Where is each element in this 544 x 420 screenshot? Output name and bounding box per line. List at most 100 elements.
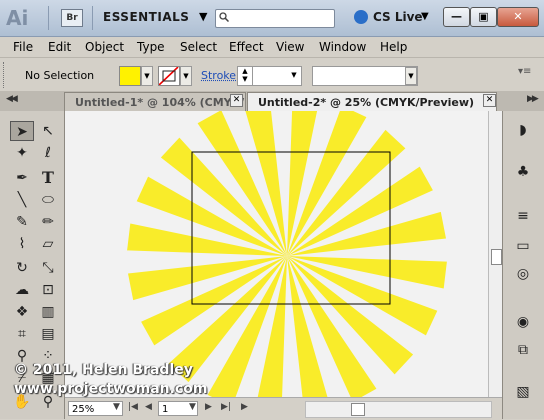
fill-dropdown[interactable]: ▼ (141, 66, 153, 86)
menu-select[interactable]: Select (180, 40, 217, 54)
maximize-icon: ▣ (478, 10, 489, 23)
tab-label: Untitled-1* @ 104% (CMYK/Preview) (75, 96, 245, 109)
vertical-scrollbar[interactable] (488, 111, 503, 397)
transparency-icon[interactable]: ◎ (513, 265, 533, 283)
status-bar: 25% ▼ |◀ ◀ 1 ▼ ▶ ▶| ▶ (65, 397, 502, 420)
chevron-down-icon[interactable]: ▼ (405, 67, 417, 85)
expand-panel-icon[interactable]: ▶▶ (527, 94, 539, 104)
stroke-dropdown[interactable]: ▼ (180, 66, 192, 86)
blob-brush-tool-icon[interactable]: ⌇ (10, 234, 34, 254)
lasso-tool-icon[interactable]: ℓ (36, 143, 60, 163)
app-logo: Ai (6, 6, 29, 30)
chevron-down-icon[interactable]: ▼ (421, 11, 429, 22)
artboards-icon[interactable]: ▧ (513, 383, 533, 401)
search-input[interactable] (215, 9, 335, 28)
chevron-down-icon: ▼ (183, 72, 189, 80)
menu-file[interactable]: File (13, 40, 33, 54)
appearance-icon[interactable]: ◉ (513, 313, 533, 331)
brushes-icon[interactable]: ♣ (513, 163, 533, 181)
collapse-panel-icon[interactable]: ◀◀ (6, 94, 18, 104)
fill-swatch[interactable] (119, 66, 141, 86)
cs-live-button[interactable]: CS Live (373, 10, 423, 24)
magic-wand-tool-icon[interactable]: ✦ (10, 143, 34, 163)
warp-tool-icon[interactable]: ☁ (10, 280, 34, 300)
chevron-down-icon: ▼ (144, 72, 150, 80)
pen-tool-icon[interactable]: ✒ (10, 168, 34, 188)
close-icon[interactable]: ✕ (230, 94, 243, 107)
maximize-button[interactable]: ▣ (470, 7, 497, 27)
website-watermark: www.projectwoman.com (14, 381, 208, 397)
close-button[interactable]: ✕ (497, 7, 539, 27)
panel-dock: ◗ ♣ ≡ ▭ ◎ ◉ ⧉ ▧ (502, 111, 544, 419)
panel-grip[interactable] (3, 62, 8, 88)
sunburst-ray (287, 256, 447, 289)
tab-untitled-1[interactable]: Untitled-1* @ 104% (CMYK/Preview) (64, 92, 246, 111)
minimize-icon: — (451, 10, 462, 23)
symbol-sprayer-tool-icon[interactable]: ❖ (10, 302, 34, 322)
panel-menu-icon[interactable]: ▾≡ (518, 66, 531, 77)
next-artboard-icon[interactable]: ▶ (205, 402, 212, 412)
ellipse-tool-icon[interactable]: ⬭ (36, 190, 60, 210)
menu-help[interactable]: Help (380, 40, 407, 54)
last-artboard-icon[interactable]: ▶| (221, 402, 231, 412)
stroke-icon[interactable]: ≡ (513, 207, 533, 225)
graph-tool-icon[interactable]: ▥ (36, 302, 60, 322)
scroll-thumb[interactable] (491, 249, 502, 265)
chevron-down-icon[interactable]: ▼ (113, 402, 120, 412)
scroll-thumb[interactable] (351, 403, 365, 416)
menu-window[interactable]: Window (319, 40, 366, 54)
free-transform-tool-icon[interactable]: ⊡ (36, 280, 60, 300)
stroke-swatch[interactable] (158, 66, 180, 86)
style-field[interactable] (312, 66, 418, 86)
selection-tool-icon[interactable]: ➤ (10, 121, 34, 141)
menu-type[interactable]: Type (137, 40, 165, 54)
paintbrush-tool-icon[interactable]: ✎ (10, 212, 34, 232)
canvas[interactable] (65, 111, 488, 397)
chevron-down-icon[interactable]: ▼ (189, 402, 196, 412)
gradient-icon[interactable]: ▭ (513, 237, 533, 255)
copyright-watermark: © 2011, Helen Bradley (14, 362, 193, 378)
first-artboard-icon[interactable]: |◀ (128, 402, 138, 412)
scale-tool-icon[interactable]: ⤡ (36, 258, 60, 278)
previous-artboard-icon[interactable]: ◀ (145, 402, 152, 412)
line-tool-icon[interactable]: ╲ (10, 190, 34, 210)
cs-live-icon[interactable] (354, 10, 368, 24)
close-icon[interactable]: ✕ (483, 94, 496, 107)
search-icon (219, 12, 229, 22)
rotate-tool-icon[interactable]: ↻ (10, 258, 34, 278)
menu-view[interactable]: View (276, 40, 304, 54)
sunburst-artwork[interactable] (65, 111, 488, 397)
status-menu-icon[interactable]: ▶ (241, 402, 248, 412)
selection-status: No Selection (25, 69, 95, 82)
color-icon[interactable]: ◗ (513, 121, 533, 139)
gradient-tool-icon[interactable]: ▤ (36, 324, 60, 344)
horizontal-scrollbar[interactable] (305, 401, 492, 418)
eraser-tool-icon[interactable]: ▱ (36, 234, 60, 254)
document-tabs: ◀◀ ▶▶ Untitled-1* @ 104% (CMYK/Preview) … (0, 91, 544, 111)
title-bar: Ai Br ESSENTIALS ▼ CS Live ▼ — ▣ ✕ (0, 0, 544, 37)
chevron-down-icon[interactable]: ▼ (289, 67, 299, 83)
stroke-stepper[interactable]: ▲ ▼ (237, 66, 253, 86)
mesh-tool-icon[interactable]: ⌗ (10, 324, 34, 344)
sunburst-ray (127, 223, 287, 256)
type-tool-icon[interactable]: T (36, 168, 60, 188)
layers-icon[interactable]: ⧉ (513, 341, 533, 359)
control-bar: No Selection ▼ ▼ Stroke: ▲ ▼ ▼ ▼ ▾≡ (0, 57, 544, 92)
no-stroke-icon (159, 67, 179, 85)
menu-edit[interactable]: Edit (48, 40, 71, 54)
chevron-down-icon[interactable]: ▼ (199, 10, 207, 23)
direct-selection-tool-icon[interactable]: ↖ (36, 121, 60, 141)
bridge-button[interactable]: Br (61, 9, 83, 27)
tab-label: Untitled-2* @ 25% (CMYK/Preview) (258, 96, 475, 109)
separator (92, 6, 93, 30)
stroke-label[interactable]: Stroke: (201, 69, 240, 82)
separator (48, 6, 49, 30)
minimize-button[interactable]: — (443, 7, 470, 27)
menu-effect[interactable]: Effect (229, 40, 264, 54)
menu-object[interactable]: Object (85, 40, 124, 54)
close-icon: ✕ (513, 10, 523, 23)
tab-untitled-2[interactable]: Untitled-2* @ 25% (CMYK/Preview) (247, 92, 497, 111)
workspace-switcher[interactable]: ESSENTIALS (103, 10, 189, 24)
menu-bar: File Edit Object Type Select Effect View… (0, 37, 544, 57)
pencil-tool-icon[interactable]: ✏ (36, 212, 60, 232)
